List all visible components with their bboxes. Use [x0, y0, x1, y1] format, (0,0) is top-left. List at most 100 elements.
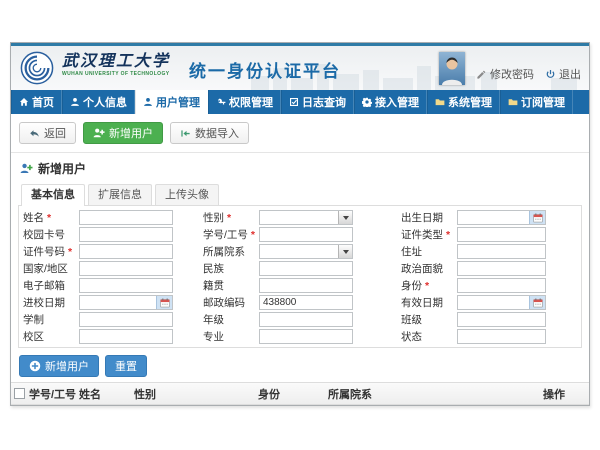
enroll-date-date-input[interactable]: [79, 295, 173, 310]
education-length-input[interactable]: [79, 312, 173, 327]
data-import-button-label: 数据导入: [195, 125, 239, 141]
add-user-submit-button[interactable]: 新增用户: [19, 355, 99, 377]
nav-item-label: 订阅管理: [521, 94, 565, 110]
select-all-checkbox[interactable]: [14, 388, 25, 399]
political-status-input[interactable]: [457, 261, 546, 276]
department-select[interactable]: [259, 244, 353, 259]
calendar-icon[interactable]: [529, 296, 545, 309]
logout-link[interactable]: 退出: [545, 66, 581, 82]
id-type-input[interactable]: [457, 227, 546, 242]
education-length-label: 学制: [21, 312, 79, 327]
status-field: 状态: [399, 329, 579, 344]
app-header: 武汉理工大学 WUHAN UNIVERSITY OF TECHNOLOGY 统一…: [11, 46, 589, 90]
nav-item-personal-info[interactable]: 个人信息: [62, 90, 135, 114]
nav-item-home[interactable]: 首页: [11, 90, 62, 114]
campus-label: 校区: [21, 329, 79, 344]
toolbar: 返回 新增用户 数据导入: [11, 114, 589, 153]
valid-date-date-input[interactable]: [457, 295, 546, 310]
country-region-label: 国家/地区: [21, 261, 79, 276]
back-arrow-icon: [29, 128, 40, 139]
tab-basic-info[interactable]: 基本信息: [21, 184, 85, 206]
status-input[interactable]: [457, 329, 546, 344]
postal-code-label: 邮政编码: [201, 295, 259, 310]
id-number-input[interactable]: [79, 244, 173, 259]
nav-item-subscription-management[interactable]: 订阅管理: [500, 90, 573, 114]
postal-code-field: 邮政编码438800: [201, 295, 399, 310]
gear-icon: [362, 97, 372, 107]
logout-label: 退出: [559, 66, 581, 82]
valid-date-field: 有效日期: [399, 295, 579, 310]
add-user-toolbar-button[interactable]: 新增用户: [83, 122, 163, 144]
column-header-student-id: 学号/工号: [29, 386, 79, 402]
chevron-down-icon[interactable]: [338, 245, 352, 258]
data-import-button[interactable]: 数据导入: [170, 122, 249, 144]
tab-extended-info[interactable]: 扩展信息: [88, 184, 152, 205]
nav-item-label: 接入管理: [375, 94, 419, 110]
add-user-section-icon: [20, 162, 33, 175]
ethnicity-input[interactable]: [259, 261, 353, 276]
campus-card-label: 校园卡号: [21, 227, 79, 242]
nav-item-label: 首页: [32, 94, 54, 110]
reset-button-label: 重置: [115, 358, 137, 374]
required-asterisk: *: [68, 246, 72, 258]
birth-date-label: 出生日期: [399, 210, 457, 225]
native-place-label: 籍贯: [201, 278, 259, 293]
postal-code-input[interactable]: 438800: [259, 295, 353, 310]
nav-item-log-query[interactable]: 日志查询: [281, 90, 354, 114]
person-icon: [70, 97, 80, 107]
student-id-field: 学号/工号*: [201, 227, 399, 242]
ethnicity-field: 民族: [201, 261, 399, 276]
column-header-operation: 操作: [543, 386, 589, 402]
nav-item-access-management[interactable]: 接入管理: [354, 90, 427, 114]
email-field: 电子邮箱: [21, 278, 201, 293]
form-panel: 姓名*性别*出生日期校园卡号学号/工号*证件类型*证件号码*所属院系住址国家/地…: [18, 205, 582, 348]
birth-date-date-input[interactable]: [457, 210, 546, 225]
identity-label: 身份*: [399, 278, 457, 293]
class-label: 班级: [399, 312, 457, 327]
country-region-input[interactable]: [79, 261, 173, 276]
grade-input[interactable]: [259, 312, 353, 327]
nav-item-user-management[interactable]: 用户管理: [135, 90, 208, 114]
campus-card-input[interactable]: [79, 227, 173, 242]
back-button[interactable]: 返回: [19, 122, 76, 144]
native-place-field: 籍贯: [201, 278, 399, 293]
address-field: 住址: [399, 244, 579, 259]
main-nav: 首页个人信息用户管理权限管理 日志查询 接入管理系统管理 订阅管理: [11, 90, 589, 114]
calendar-icon[interactable]: [529, 211, 545, 224]
major-label: 专业: [201, 329, 259, 344]
political-status-label: 政治面貌: [399, 261, 457, 276]
calendar-icon[interactable]: [156, 296, 172, 309]
email-input[interactable]: [79, 278, 173, 293]
checkbox-cell: [11, 388, 29, 399]
nav-item-label: 日志查询: [302, 94, 346, 110]
identity-input[interactable]: [457, 278, 546, 293]
back-button-label: 返回: [44, 125, 66, 141]
name-field: 姓名*: [21, 210, 201, 225]
tab-upload-avatar[interactable]: 上传头像: [155, 184, 219, 205]
university-name-en: WUHAN UNIVERSITY OF TECHNOLOGY: [62, 72, 170, 77]
form-actions: 新增用户 重置: [19, 355, 589, 377]
change-password-link[interactable]: 修改密码: [476, 66, 534, 82]
gender-label: 性别*: [201, 210, 259, 225]
reset-button[interactable]: 重置: [105, 355, 147, 377]
education-length-field: 学制: [21, 312, 201, 327]
native-place-input[interactable]: [259, 278, 353, 293]
major-field: 专业: [201, 329, 399, 344]
address-input[interactable]: [457, 244, 546, 259]
name-label: 姓名*: [21, 210, 79, 225]
enroll-date-field: 进校日期: [21, 295, 201, 310]
status-label: 状态: [399, 329, 457, 344]
name-input[interactable]: [79, 210, 173, 225]
required-asterisk: *: [251, 229, 255, 241]
gender-select[interactable]: [259, 210, 353, 225]
campus-input[interactable]: [79, 329, 173, 344]
nav-item-permission-management[interactable]: 权限管理: [208, 90, 281, 114]
nav-item-system-management[interactable]: 系统管理: [427, 90, 500, 114]
person-icon: [143, 97, 153, 107]
chevron-down-icon[interactable]: [338, 211, 352, 224]
id-type-field: 证件类型*: [399, 227, 579, 242]
student-id-input[interactable]: [259, 227, 353, 242]
class-input[interactable]: [457, 312, 546, 327]
ethnicity-label: 民族: [201, 261, 259, 276]
major-input[interactable]: [259, 329, 353, 344]
